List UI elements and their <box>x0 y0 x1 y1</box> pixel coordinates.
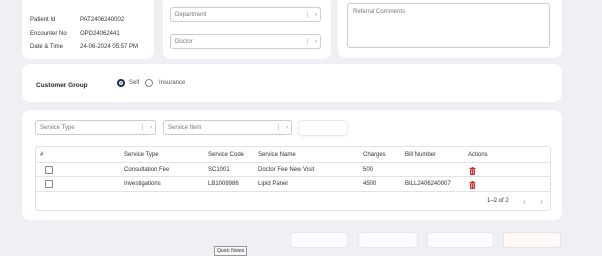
services-card: Service Type › Service Item › # Service … <box>22 110 562 220</box>
table-row: Investigations LB1008986 Lipid Panel 450… <box>36 177 550 191</box>
chevron-left-icon[interactable]: ‹ <box>523 197 526 206</box>
col-header-service-type: Service Type <box>124 152 159 158</box>
department-placeholder: Department <box>175 11 207 18</box>
referral-comments-textarea[interactable]: Referral Comments <box>347 3 550 48</box>
doctor-select[interactable]: Doctor › <box>170 34 321 49</box>
department-select[interactable]: Department › <box>170 7 321 22</box>
cell-service-type: Investigations <box>124 181 161 187</box>
col-header-service-code: Service Code <box>208 152 245 158</box>
cell-service-name: Lipid Panel <box>258 181 288 187</box>
radio-self-label: Self <box>129 80 140 86</box>
referral-placeholder: Referral Comments <box>353 9 406 15</box>
referral-card: Referral Comments <box>338 0 562 58</box>
service-type-separator <box>142 124 143 131</box>
customer-group-label: Customer Group <box>36 82 88 89</box>
cell-charges: 4500 <box>363 181 377 187</box>
cell-charges: 500 <box>363 167 374 173</box>
row-checkbox[interactable] <box>45 180 53 188</box>
patient-info-card: Patient Id PAT2406240002 Encounter No OP… <box>22 0 154 59</box>
radio-insurance[interactable]: Insurance <box>145 79 195 88</box>
footer-button-2[interactable] <box>358 232 418 248</box>
encounter-value: OPD24062441 <box>80 31 120 37</box>
doctor-placeholder: Doctor <box>175 38 193 45</box>
col-header-charges: Charges <box>363 152 386 158</box>
department-doctor-card: Department › Doctor › <box>163 0 331 59</box>
service-type-select[interactable]: Service Type › <box>35 120 156 135</box>
footer-button-4[interactable] <box>503 232 561 248</box>
row-checkbox[interactable] <box>45 166 53 174</box>
datetime-value: 24-06-2024 05:57 PM <box>80 44 139 50</box>
service-item-placeholder: Service Item <box>168 124 202 131</box>
cell-service-code: LB1008986 <box>208 181 239 187</box>
radio-self[interactable]: Self <box>117 79 147 88</box>
col-header-service-name: Service Name <box>258 152 296 158</box>
radio-insurance-dot <box>145 79 153 87</box>
service-item-select[interactable]: Service Item › <box>163 120 292 135</box>
chevron-right-icon: › <box>286 124 288 131</box>
chevron-right-icon[interactable]: › <box>540 197 543 206</box>
row-divider <box>36 191 550 192</box>
table-row: Consultation Fee SC1001 Doctor Fee New V… <box>36 163 550 177</box>
col-header-actions: Actions <box>468 152 488 158</box>
services-table: # Service Type Service Code Service Name… <box>35 146 551 211</box>
cell-service-code: SC1001 <box>208 167 230 173</box>
patient-id-value: PAT2406240002 <box>80 17 125 23</box>
footer-button-1[interactable] <box>290 232 348 248</box>
trash-icon[interactable] <box>469 167 476 175</box>
customer-group-card: Customer Group Self Insurance <box>22 64 562 102</box>
pagination-range: 1–2 of 2 <box>487 198 509 204</box>
service-type-placeholder: Service Type <box>40 124 75 131</box>
cell-bill-number: BILL2406240007 <box>405 181 451 187</box>
col-header-index: # <box>40 152 44 158</box>
quick-notes-tooltip: Quick Notes <box>214 246 248 256</box>
radio-self-dot <box>117 79 125 87</box>
col-header-bill-number: Bill Number <box>405 152 437 158</box>
chevron-right-icon: › <box>315 11 317 18</box>
chevron-right-icon: › <box>150 124 152 131</box>
datetime-label: Date & Time <box>30 44 64 50</box>
patient-id-label: Patient Id <box>30 17 56 23</box>
quick-notes-label: Quick Notes <box>217 248 245 254</box>
cell-service-name: Doctor Fee New Visit <box>258 167 315 173</box>
footer-button-3[interactable] <box>427 232 494 248</box>
cell-service-type: Consultation Fee <box>124 167 170 173</box>
chevron-right-icon: › <box>315 38 317 45</box>
doctor-separator <box>307 38 308 45</box>
radio-insurance-label: Insurance <box>159 80 186 86</box>
trash-icon[interactable] <box>469 181 476 189</box>
service-item-separator <box>278 124 279 131</box>
department-separator <box>307 11 308 18</box>
encounter-label: Encounter No <box>30 31 67 37</box>
add-service-button[interactable] <box>298 120 348 136</box>
